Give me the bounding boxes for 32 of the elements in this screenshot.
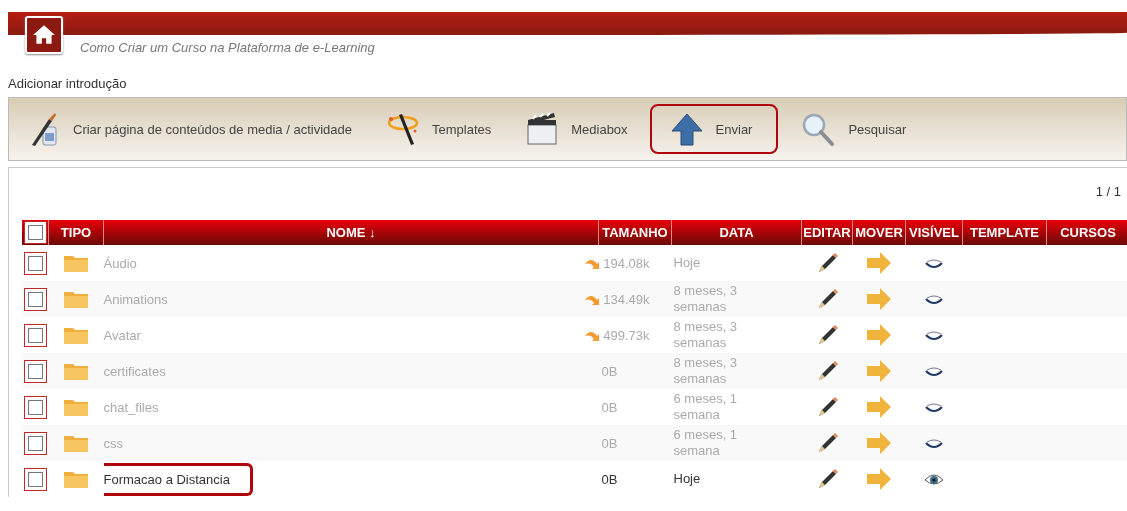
page-counter: 1 / 1 [1095, 184, 1121, 199]
file-date: 8 meses, 3 semanas [673, 355, 738, 386]
file-size: 134.49k [603, 291, 650, 307]
column-header[interactable]: DATA [671, 220, 802, 245]
column-header[interactable]: VISÍVEL [905, 220, 963, 245]
file-size: 0B [601, 471, 619, 487]
column-header[interactable]: MOVER [852, 220, 906, 245]
file-date: 6 meses, 1 semana [673, 391, 738, 422]
toolbar-button[interactable]: Enviar [649, 104, 779, 154]
column-header[interactable]: EDITAR [801, 220, 853, 245]
file-size: 194.08k [603, 255, 650, 271]
column-header[interactable]: NOME ↓ [103, 220, 599, 245]
file-size: 499.73k [603, 327, 650, 343]
add-intro-link[interactable]: Adicionar introdução [8, 76, 127, 91]
toolbar-button[interactable]: Templates [373, 104, 504, 154]
file-date: 8 meses, 3 semanas [673, 319, 738, 350]
column-header[interactable]: TIPO [48, 220, 104, 245]
file-name[interactable]: Formacao a Distancia [103, 462, 253, 496]
file-date: 8 meses, 3 semanas [673, 283, 738, 314]
toolbar-button[interactable]: Mediabox [513, 104, 640, 154]
file-size: 0B [601, 363, 619, 379]
column-header[interactable]: TAMANHO [598, 220, 672, 245]
file-date: Hoje [673, 471, 701, 487]
file-date: 6 meses, 1 semana [673, 427, 738, 458]
file-date: Hoje [673, 255, 701, 271]
file-size: 0B [601, 399, 619, 415]
column-header[interactable]: TEMPLATE [962, 220, 1047, 245]
course-title: Como Criar um Curso na Plataforma de e-Learning [80, 40, 375, 55]
toolbar-button[interactable]: Pesquisar [788, 104, 919, 154]
toolbar-button[interactable]: Criar página de conteúdos de media / actividade [17, 104, 364, 154]
file-size: 0B [601, 435, 619, 451]
column-header[interactable]: CURSOS [1046, 220, 1127, 245]
